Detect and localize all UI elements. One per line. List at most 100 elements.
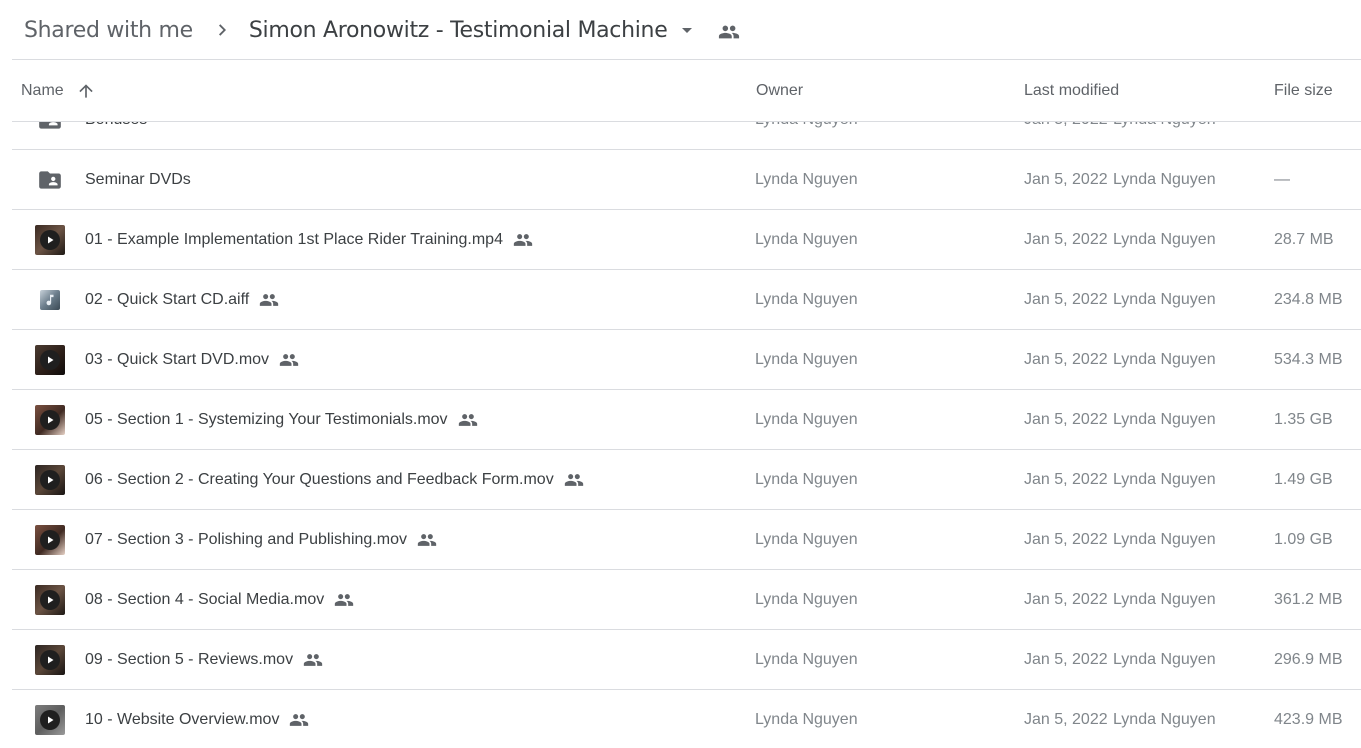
modified-by: Lynda Nguyen bbox=[1113, 471, 1216, 488]
file-size: 28.7 MB bbox=[1274, 231, 1334, 248]
modified-date: Jan 5, 2022 bbox=[1024, 171, 1108, 188]
file-name-cell: 03 - Quick Start DVD.mov bbox=[85, 330, 299, 390]
breadcrumb: Shared with me Simon Aronowitz - Testimo… bbox=[24, 0, 741, 60]
file-size: 234.8 MB bbox=[1274, 291, 1343, 308]
modified-by: Lynda Nguyen bbox=[1113, 711, 1216, 728]
modified-date: Jan 5, 2022 bbox=[1024, 711, 1108, 728]
shared-folder-icon bbox=[34, 150, 66, 210]
shared-people-icon bbox=[564, 470, 584, 490]
file-name-cell: 10 - Website Overview.mov bbox=[85, 690, 309, 748]
owner: Lynda Nguyen bbox=[755, 231, 858, 248]
file-name: 02 - Quick Start CD.aiff bbox=[85, 291, 250, 308]
owner: Lynda Nguyen bbox=[755, 291, 858, 308]
play-icon bbox=[40, 530, 60, 550]
shared-people-icon bbox=[334, 590, 354, 610]
modified-date: Jan 5, 2022 bbox=[1024, 651, 1108, 668]
shared-people-icon bbox=[279, 350, 299, 370]
file-size: 296.9 MB bbox=[1274, 651, 1343, 668]
shared-people-icon bbox=[259, 290, 279, 310]
list-item[interactable]: 02 - Quick Start CD.aiff Lynda Nguyen Ja… bbox=[12, 270, 1361, 330]
column-header-name[interactable]: Name bbox=[21, 60, 96, 122]
owner: Lynda Nguyen bbox=[755, 651, 858, 668]
column-header-name-label: Name bbox=[21, 82, 64, 99]
sort-ascending-icon[interactable] bbox=[76, 81, 96, 101]
audio-file-icon bbox=[40, 290, 60, 310]
breadcrumb-current-folder[interactable]: Simon Aronowitz - Testimonial Machine bbox=[249, 18, 668, 43]
file-name-cell: 08 - Section 4 - Social Media.mov bbox=[85, 570, 354, 630]
file-name: 09 - Section 5 - Reviews.mov bbox=[85, 651, 294, 668]
file-size: 1.09 GB bbox=[1274, 531, 1333, 548]
shared-people-icon bbox=[458, 410, 478, 430]
shared-people-icon bbox=[417, 530, 437, 550]
play-icon bbox=[40, 710, 60, 730]
list-item[interactable]: 03 - Quick Start DVD.mov Lynda Nguyen Ja… bbox=[12, 330, 1361, 390]
list-item[interactable]: 06 - Section 2 - Creating Your Questions… bbox=[12, 450, 1361, 510]
owner: Lynda Nguyen bbox=[755, 711, 858, 728]
video-thumbnail bbox=[34, 630, 66, 690]
modified-by: Lynda Nguyen bbox=[1113, 651, 1216, 668]
video-thumbnail bbox=[34, 390, 66, 450]
video-thumbnail bbox=[34, 510, 66, 570]
modified-by: Lynda Nguyen bbox=[1113, 291, 1216, 308]
file-size: 1.49 GB bbox=[1274, 471, 1333, 488]
folder-menu-dropdown-icon[interactable] bbox=[675, 18, 699, 42]
file-size: 1.35 GB bbox=[1274, 411, 1333, 428]
column-header-row: Name Owner Last modified File size bbox=[12, 60, 1361, 122]
column-header-owner[interactable]: Owner bbox=[756, 60, 803, 122]
shared-people-icon bbox=[289, 710, 309, 730]
modified-by: Lynda Nguyen bbox=[1113, 231, 1216, 248]
shared-people-icon[interactable] bbox=[717, 20, 741, 44]
modified-by: Lynda Nguyen bbox=[1113, 171, 1216, 188]
modified-by: Lynda Nguyen bbox=[1113, 351, 1216, 368]
breadcrumb-shared-with-me[interactable]: Shared with me bbox=[24, 18, 193, 43]
file-name: 07 - Section 3 - Polishing and Publishin… bbox=[85, 531, 407, 548]
list-item[interactable]: 09 - Section 5 - Reviews.mov Lynda Nguye… bbox=[12, 630, 1361, 690]
video-thumbnail bbox=[34, 570, 66, 630]
list-item[interactable]: 05 - Section 1 - Systemizing Your Testim… bbox=[12, 390, 1361, 450]
owner: Lynda Nguyen bbox=[755, 171, 858, 188]
list-item[interactable]: 07 - Section 3 - Polishing and Publishin… bbox=[12, 510, 1361, 570]
column-header-last-modified[interactable]: Last modified bbox=[1024, 60, 1119, 122]
play-icon bbox=[40, 230, 60, 250]
modified-date: Jan 5, 2022 bbox=[1024, 531, 1108, 548]
modified-date: Jan 5, 2022 bbox=[1024, 291, 1108, 308]
owner: Lynda Nguyen bbox=[755, 411, 858, 428]
file-name: 03 - Quick Start DVD.mov bbox=[85, 351, 270, 368]
file-name-cell: 06 - Section 2 - Creating Your Questions… bbox=[85, 450, 584, 510]
file-name-cell: 09 - Section 5 - Reviews.mov bbox=[85, 630, 323, 690]
play-icon bbox=[40, 350, 60, 370]
file-size: 534.3 MB bbox=[1274, 351, 1343, 368]
file-name: 08 - Section 4 - Social Media.mov bbox=[85, 591, 325, 608]
modified-by: Lynda Nguyen bbox=[1113, 411, 1216, 428]
file-name: 06 - Section 2 - Creating Your Questions… bbox=[85, 471, 554, 488]
play-icon bbox=[40, 650, 60, 670]
file-name: Seminar DVDs bbox=[85, 171, 191, 188]
owner: Lynda Nguyen bbox=[755, 471, 858, 488]
file-name-cell: 02 - Quick Start CD.aiff bbox=[85, 270, 279, 330]
list-item[interactable]: 01 - Example Implementation 1st Place Ri… bbox=[12, 210, 1361, 270]
video-thumbnail bbox=[34, 690, 66, 748]
modified-date: Jan 5, 2022 bbox=[1024, 411, 1108, 428]
modified-by: Lynda Nguyen bbox=[1113, 531, 1216, 548]
file-size: 361.2 MB bbox=[1274, 591, 1343, 608]
owner: Lynda Nguyen bbox=[755, 531, 858, 548]
play-icon bbox=[40, 410, 60, 430]
list-item[interactable]: 08 - Section 4 - Social Media.mov Lynda … bbox=[12, 570, 1361, 630]
video-thumbnail bbox=[34, 210, 66, 270]
column-header-file-size[interactable]: File size bbox=[1274, 60, 1333, 122]
file-name: 10 - Website Overview.mov bbox=[85, 711, 280, 728]
audio-thumbnail bbox=[34, 270, 66, 330]
file-list: Bonuses Lynda Nguyen Jan 5, 2022 Lynda N… bbox=[12, 90, 1361, 748]
video-thumbnail bbox=[34, 330, 66, 390]
shared-people-icon bbox=[513, 230, 533, 250]
modified-date: Jan 5, 2022 bbox=[1024, 231, 1108, 248]
file-name: 01 - Example Implementation 1st Place Ri… bbox=[85, 231, 503, 248]
shared-people-icon bbox=[303, 650, 323, 670]
modified-date: Jan 5, 2022 bbox=[1024, 471, 1108, 488]
list-item[interactable]: Seminar DVDs Lynda Nguyen Jan 5, 2022 Ly… bbox=[12, 150, 1361, 210]
list-item[interactable]: 10 - Website Overview.mov Lynda Nguyen J… bbox=[12, 690, 1361, 748]
file-name-cell: 05 - Section 1 - Systemizing Your Testim… bbox=[85, 390, 478, 450]
owner: Lynda Nguyen bbox=[755, 591, 858, 608]
file-name-cell: 01 - Example Implementation 1st Place Ri… bbox=[85, 210, 533, 270]
modified-by: Lynda Nguyen bbox=[1113, 591, 1216, 608]
